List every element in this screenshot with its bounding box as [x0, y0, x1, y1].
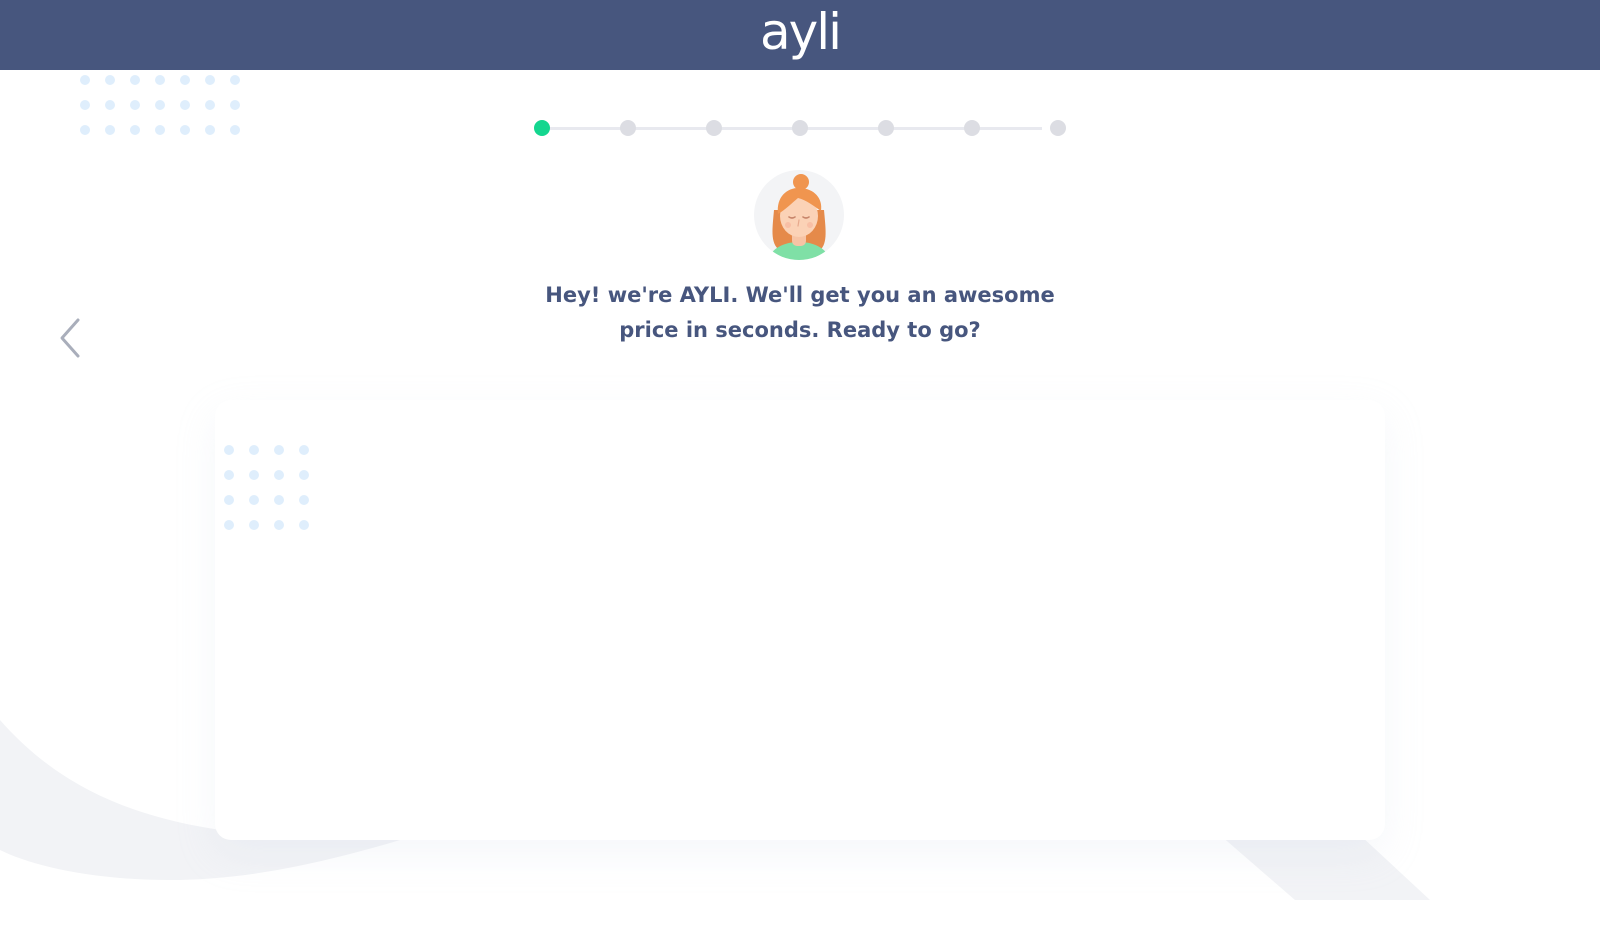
header-bar: ayli — [0, 0, 1600, 70]
content-card — [215, 400, 1385, 840]
assistant-avatar-icon — [754, 170, 844, 260]
progress-step-3 — [706, 120, 722, 136]
progress-step-2 — [620, 120, 636, 136]
assistant-message-line-1: Hey! we're AYLI. We'll get you an awesom… — [545, 283, 1055, 307]
progress-step-7 — [1050, 120, 1066, 136]
progress-step-1 — [534, 120, 550, 136]
progress-step-6 — [964, 120, 980, 136]
progress-stepper — [530, 118, 1066, 138]
assistant-message: Hey! we're AYLI. We'll get you an awesom… — [500, 278, 1100, 348]
dot-pattern-card — [224, 445, 309, 530]
dot-pattern-top — [80, 75, 240, 135]
ayli-logo[interactable]: ayli — [0, 2, 1600, 62]
background-wedge — [1220, 835, 1430, 900]
progress-step-5 — [878, 120, 894, 136]
chevron-left-icon — [60, 318, 80, 358]
back-button[interactable] — [56, 316, 86, 360]
progress-step-4 — [792, 120, 808, 136]
assistant-message-line-2: price in seconds. Ready to go? — [619, 318, 981, 342]
